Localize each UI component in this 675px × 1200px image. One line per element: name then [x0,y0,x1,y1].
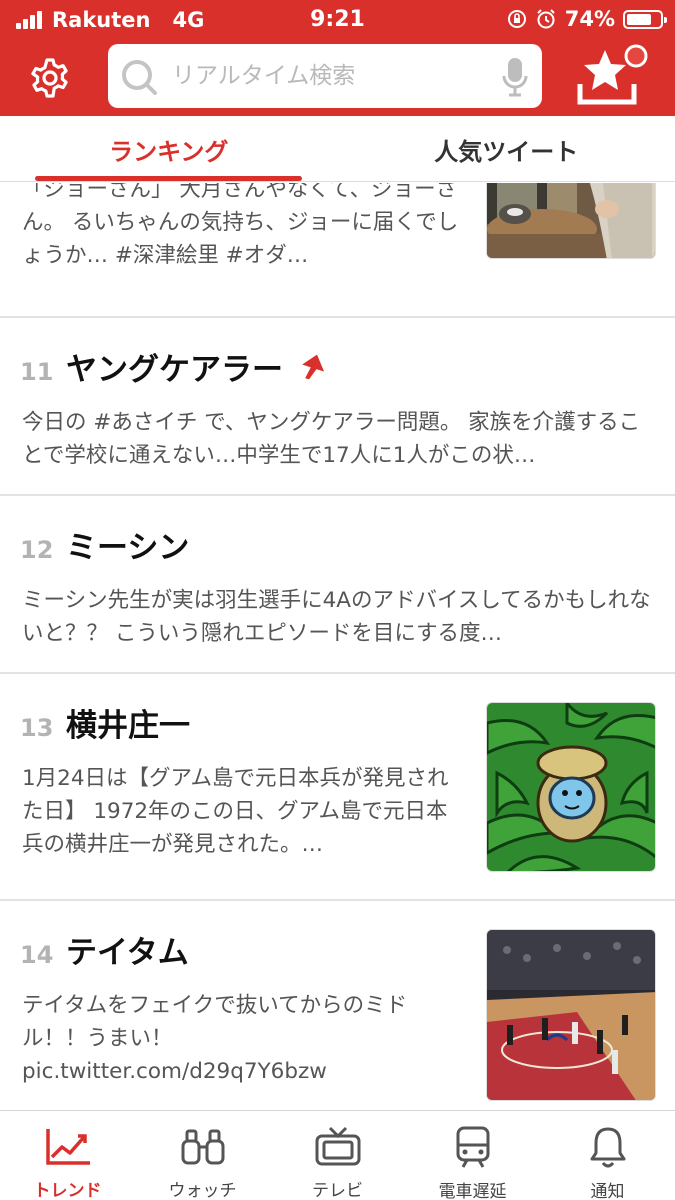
alarm-icon [535,8,557,30]
trend-chart-icon [45,1128,90,1165]
tv-icon [315,1126,360,1165]
nav-item-train-delay[interactable]: 電車遅延 [405,1111,540,1200]
trend-description: ミーシン先生が実は羽生選手に4Aのアドバイスしてるかもしれないと？？ こういう隠… [22,588,651,646]
trend-rank: 11 [20,358,54,386]
nav-label: ウォッチ [168,1181,237,1200]
trend-thumbnail-basketball-court [486,929,656,1101]
trend-list: 「ジョーさん」 大月さんやなくて、ジョーさん。 るいちゃんの気持ち、ジョーに届く… [0,183,675,1110]
trend-name: 横井庄一 [66,708,190,744]
favorites-button[interactable] [574,42,650,110]
battery-percent: 74% [564,7,615,31]
trend-name: テイタム [66,935,189,971]
tab-bar: ランキング 人気ツイート [0,116,675,182]
train-icon [456,1126,489,1168]
nav-label: テレビ [312,1181,363,1200]
nav-item-watch[interactable]: ウォッチ [135,1111,270,1200]
trend-thumbnail-drama-scene [486,183,656,259]
binoculars-icon [181,1129,224,1164]
trend-description: テイタムをフェイクで抜いてからのミドル！！うまい！ pic.twitter.co… [22,993,408,1084]
trend-thumbnail-jungle-illustration [486,702,656,872]
nav-item-trend[interactable]: トレンド [0,1111,135,1200]
search-icon [122,60,157,95]
bottom-navigation: トレンド ウォッチ テレビ 電車遅延 通知 [0,1110,675,1200]
battery-level [627,13,651,25]
trend-description: 1月24日は【グアム島で元日本兵が発見された日】 1972年のこの日、グアム島で… [22,766,449,857]
trend-item[interactable]: 13 横井庄一 1月24日は【グアム島で元日本兵が発見された日】 1972年のこ… [0,674,675,901]
orientation-lock-icon [507,9,527,29]
tab-popular-tweets[interactable]: 人気ツイート [338,116,675,182]
trend-name: ヤングケアラー [66,352,283,388]
nav-label: 通知 [590,1182,625,1200]
nav-item-tv[interactable]: テレビ [270,1111,405,1200]
nav-item-notifications[interactable]: 通知 [540,1111,675,1200]
app-header: Rakuten 4G 9:21 74% [0,0,675,116]
nav-label: 電車遅延 [438,1182,507,1200]
trend-description: 「ジョーさん」 大月さんやなくて、ジョーさん。 るいちゃんの気持ち、ジョーに届く… [22,183,459,268]
trend-rank: 12 [20,536,54,564]
settings-button[interactable] [24,52,76,104]
battery-icon [623,9,667,29]
trend-item[interactable]: 11 ヤングケアラー 今日の #あさイチ で、ヤングケアラー問題。 家族を介護す… [0,318,675,496]
bell-icon [590,1127,625,1168]
search-bar[interactable] [108,44,542,108]
trend-item[interactable]: 12 ミーシン ミーシン先生が実は羽生選手に4Aのアドバイスしてるかもしれないと… [0,496,675,674]
trend-item[interactable]: 14 テイタム テイタムをフェイクで抜いてからのミドル！！うまい！ pic.tw… [0,901,675,1110]
tab-ranking[interactable]: ランキング [0,116,338,182]
nav-label: トレンド [33,1181,102,1200]
trend-rank: 13 [20,714,54,742]
trend-rank: 14 [20,941,54,969]
gear-icon [31,58,68,98]
star-tray-icon [577,44,648,105]
status-bar: Rakuten 4G 9:21 74% [0,0,675,38]
trend-description: 今日の #あさイチ で、ヤングケアラー問題。 家族を介護することで学校に通えない… [22,410,641,468]
search-input[interactable] [172,44,482,108]
trending-up-arrow-icon [302,354,325,379]
trend-name: ミーシン [66,530,190,566]
trend-item[interactable]: 「ジョーさん」 大月さんやなくて、ジョーさん。 るいちゃんの気持ち、ジョーに届く… [0,183,675,318]
status-bar-right: 74% [507,7,667,31]
microphone-icon[interactable] [502,56,528,98]
